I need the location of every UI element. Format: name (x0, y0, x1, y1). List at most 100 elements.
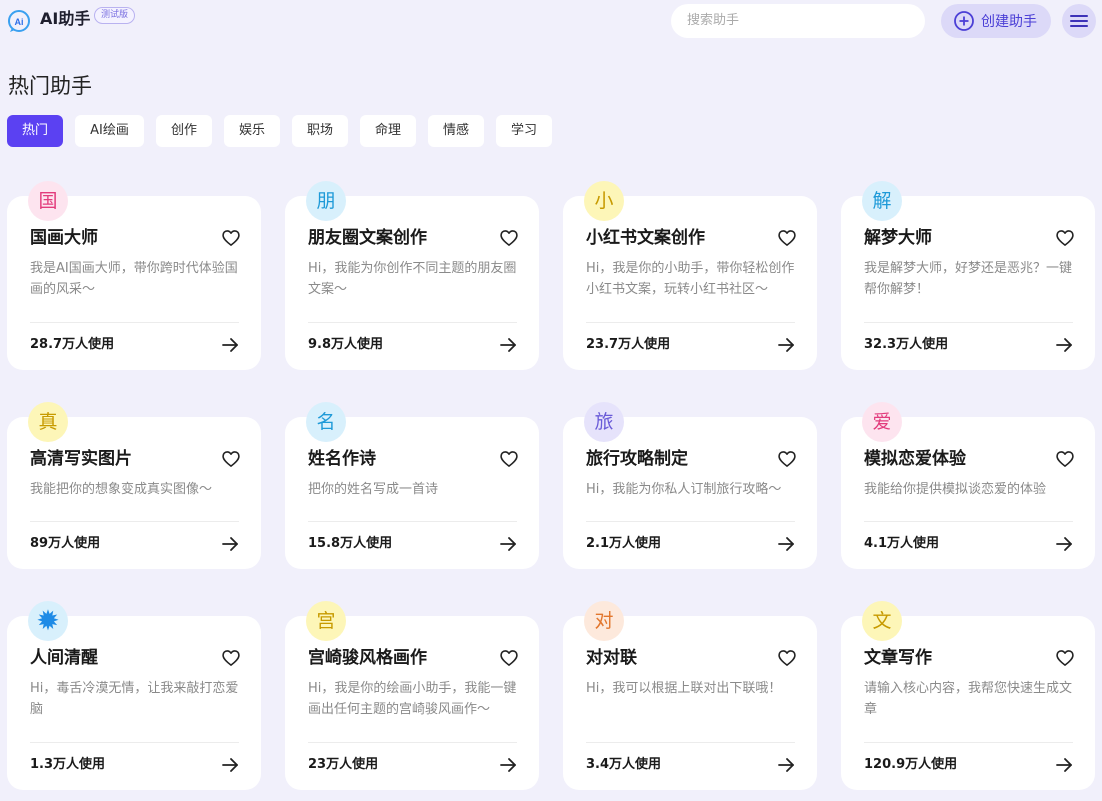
arrow-right-icon[interactable] (777, 336, 795, 354)
assistant-title: 对对联 (586, 648, 637, 668)
assistant-title: 文章写作 (864, 648, 932, 668)
menu-button[interactable] (1062, 4, 1096, 38)
card-divider (308, 742, 517, 743)
arrow-right-icon[interactable] (1055, 336, 1073, 354)
arrow-right-icon[interactable] (221, 535, 239, 553)
usage-count: 1.3万人使用 (30, 757, 106, 772)
assistant-description: 我能把你的想象变成真实图像～ (30, 482, 213, 497)
assistant-title: 朋友圈文案创作 (308, 228, 427, 248)
assistant-title: 解梦大师 (864, 228, 932, 248)
card-divider (586, 521, 795, 522)
favorite-heart-icon[interactable] (777, 449, 797, 469)
assistant-avatar: 国 (28, 181, 68, 221)
assistant-description: 把你的姓名写成一首诗 (308, 482, 439, 497)
usage-count: 15.8万人使用 (308, 536, 393, 551)
assistant-description: 我能给你提供模拟谈恋爱的体验 (864, 482, 1047, 497)
tab-entertainment[interactable]: 娱乐 (224, 115, 280, 147)
favorite-heart-icon[interactable] (1055, 449, 1075, 469)
arrow-right-icon[interactable] (1055, 756, 1073, 774)
arrow-right-icon[interactable] (499, 336, 517, 354)
plus-circle-icon (954, 11, 974, 31)
card-divider (30, 322, 239, 323)
favorite-heart-icon[interactable] (499, 449, 519, 469)
assistant-avatar: 解 (862, 181, 902, 221)
ai-logo-icon: Ai (8, 10, 30, 32)
favorite-heart-icon[interactable] (221, 449, 241, 469)
arrow-right-icon[interactable] (499, 756, 517, 774)
assistant-card[interactable]: 文章写作请输入核心内容，我帮您快速生成文章 120.9万人使用 (841, 616, 1095, 790)
favorite-heart-icon[interactable] (1055, 228, 1075, 248)
assistant-avatar: 旅 (584, 402, 624, 442)
assistant-description: 我是解梦大师，好梦还是恶兆？一键帮你解梦！ (864, 261, 1073, 297)
favorite-heart-icon[interactable] (221, 228, 241, 248)
top-bar: Ai AI助手 测试版 搜索助手 创建助手 (0, 0, 1102, 42)
assistant-avatar: 真 (28, 402, 68, 442)
assistant-title: 小红书文案创作 (586, 228, 705, 248)
arrow-right-icon[interactable] (777, 756, 795, 774)
assistant-avatar: 朋 (306, 181, 346, 221)
assistant-title: 模拟恋爱体验 (864, 449, 966, 469)
tab-ai-painting[interactable]: AI绘画 (75, 115, 144, 147)
assistant-description: 我是AI国画大师，带你跨时代体验国画的风采～ (30, 261, 238, 297)
assistant-card[interactable]: 宫崎骏风格画作 Hi，我是你的绘画小助手，我能一键画出任何主题的宫崎骏风画作～ 23… (285, 616, 539, 790)
favorite-heart-icon[interactable] (221, 648, 241, 668)
tab-fortune[interactable]: 命理 (360, 115, 416, 147)
assistant-avatar: 名 (306, 402, 346, 442)
assistant-avatar: 小 (584, 181, 624, 221)
tab-workplace[interactable]: 职场 (292, 115, 348, 147)
assistant-description: Hi，毒舌冷漠无情，让我来敲打恋爱脑 (30, 681, 239, 717)
arrow-right-icon[interactable] (1055, 535, 1073, 553)
favorite-heart-icon[interactable] (499, 228, 519, 248)
assistant-title: 姓名作诗 (308, 449, 376, 469)
card-divider (308, 521, 517, 522)
hamburger-menu-icon (1070, 15, 1088, 27)
arrow-right-icon[interactable] (221, 756, 239, 774)
arrow-right-icon[interactable] (777, 535, 795, 553)
favorite-heart-icon[interactable] (777, 228, 797, 248)
assistant-card[interactable]: 解梦大师 我是解梦大师，好梦还是恶兆？一键帮你解梦！ 32.3万人使用 (841, 196, 1095, 370)
card-divider (864, 322, 1073, 323)
usage-count: 23万人使用 (308, 757, 379, 772)
arrow-right-icon[interactable] (499, 535, 517, 553)
assistant-avatar: 文 (862, 601, 902, 641)
assistant-description: Hi，我是你的绘画小助手，我能一键画出任何主题的宫崎骏风画作～ (308, 681, 517, 717)
assistant-card[interactable]: 国画大师 我是AI国画大师，带你跨时代体验国画的风采～ 28.7万人使用 (7, 196, 261, 370)
card-divider (308, 322, 517, 323)
card-divider (864, 742, 1073, 743)
usage-count: 23.7万人使用 (586, 337, 671, 352)
favorite-heart-icon[interactable] (777, 648, 797, 668)
favorite-heart-icon[interactable] (499, 648, 519, 668)
usage-count: 4.1万人使用 (864, 536, 940, 551)
usage-count: 2.1万人使用 (586, 536, 662, 551)
tab-hot[interactable]: 热门 (7, 115, 63, 147)
usage-count: 120.9万人使用 (864, 757, 958, 772)
assistant-avatar: ✹ (28, 601, 68, 641)
tab-study[interactable]: 学习 (496, 115, 552, 147)
tab-emotion[interactable]: 情感 (428, 115, 484, 147)
create-assistant-button[interactable]: 创建助手 (941, 4, 1051, 38)
svg-text:Ai: Ai (15, 17, 24, 27)
assistant-avatar: 对 (584, 601, 624, 641)
favorite-heart-icon[interactable] (1055, 648, 1075, 668)
assistant-title: 旅行攻略制定 (586, 449, 688, 469)
assistant-description: 请输入核心内容，我帮您快速生成文章 (864, 681, 1073, 717)
tab-creation[interactable]: 创作 (156, 115, 212, 147)
card-divider (586, 742, 795, 743)
assistant-title: 宫崎骏风格画作 (308, 648, 427, 668)
usage-count: 3.4万人使用 (586, 757, 662, 772)
create-assistant-label: 创建助手 (981, 14, 1037, 30)
arrow-right-icon[interactable] (221, 336, 239, 354)
card-divider (30, 742, 239, 743)
assistant-card[interactable]: 人间清醒 Hi，毒舌冷漠无情，让我来敲打恋爱脑 1.3万人使用 (7, 616, 261, 790)
assistant-card[interactable]: 朋友圈文案创作 Hi，我能为你创作不同主题的朋友圈文案～ 9.8万人使用 (285, 196, 539, 370)
assistant-card[interactable]: 对对联 Hi，我可以根据上联对出下联哦！ 3.4万人使用 (563, 616, 817, 790)
assistant-description: Hi，我可以根据上联对出下联哦！ (586, 681, 782, 696)
assistant-card[interactable]: 小红书文案创作 Hi，我是你的小助手，带你轻松创作小红书文案，玩转小红书社区～ 23… (563, 196, 817, 370)
card-divider (586, 322, 795, 323)
assistant-avatar: 爱 (862, 402, 902, 442)
page-title: 热门助手 (8, 74, 92, 98)
card-divider (864, 521, 1073, 522)
search-input[interactable]: 搜索助手 (671, 4, 925, 38)
usage-count: 89万人使用 (30, 536, 101, 551)
assistant-description: Hi，我能为你私人订制旅行攻略～ (586, 482, 782, 497)
